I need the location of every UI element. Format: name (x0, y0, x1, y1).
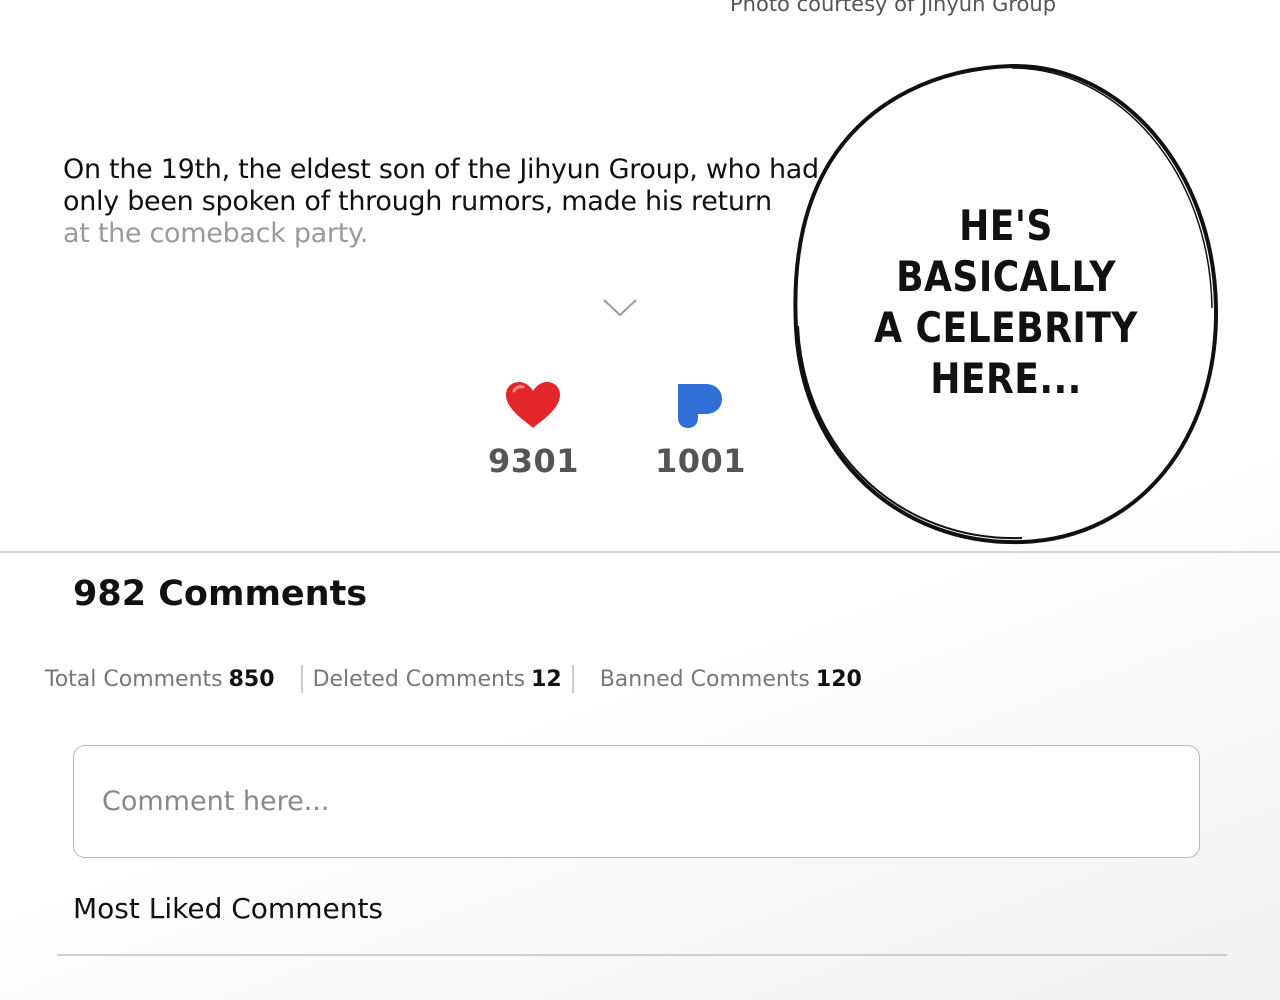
speech-bubble-text: HE'S BASICALLY A CELEBRITY HERE... (872, 200, 1140, 404)
most-liked-heading: Most Liked Comments (73, 892, 384, 925)
section-divider (0, 551, 1280, 553)
bubble-line: HERE... (930, 354, 1082, 403)
stat-label: Banned Comments (599, 666, 810, 692)
article-line-faded: at the comeback party. (63, 218, 369, 249)
bubble-line: A CELEBRITY (874, 303, 1138, 352)
stat-label: Total Comments (45, 666, 223, 692)
comment-input[interactable] (73, 745, 1200, 858)
bubble-line: HE'S (959, 201, 1053, 250)
article-line: only been spoken of through rumors, made… (63, 186, 772, 217)
comic-page: Photo courtesy of Jihyun Group On the 19… (0, 0, 1280, 1000)
stat-label: Deleted Comments (312, 666, 526, 692)
stat-total: Total Comments 850 (45, 667, 275, 692)
stat-deleted: Deleted Comments 12 (313, 667, 562, 692)
list-divider (57, 954, 1227, 956)
bookmark-button[interactable]: 1001 (655, 380, 747, 480)
heart-icon (506, 382, 560, 428)
stat-value: 120 (815, 666, 862, 692)
photo-caption: Photo courtesy of Jihyun Group (730, 0, 1057, 16)
stat-separator (300, 665, 303, 693)
bubble-line: BASICALLY (896, 252, 1116, 301)
chevron-down-icon[interactable] (602, 296, 638, 318)
article-line: On the 19th, the eldest son of the Jihyu… (63, 154, 819, 185)
like-count: 9301 (488, 442, 580, 480)
bookmark-count: 1001 (655, 442, 747, 480)
stat-banned: Banned Comments 120 (600, 667, 862, 692)
stat-value: 12 (531, 666, 562, 692)
like-button[interactable]: 9301 (488, 380, 580, 480)
stat-value: 850 (228, 666, 275, 692)
article-text: On the 19th, the eldest son of the Jihyu… (63, 154, 843, 250)
comment-stats: Total Comments 850 Deleted Comments 12 B… (45, 664, 862, 694)
stat-separator (571, 665, 574, 693)
bookmark-p-icon (678, 384, 722, 428)
comments-title: 982 Comments (73, 574, 368, 614)
